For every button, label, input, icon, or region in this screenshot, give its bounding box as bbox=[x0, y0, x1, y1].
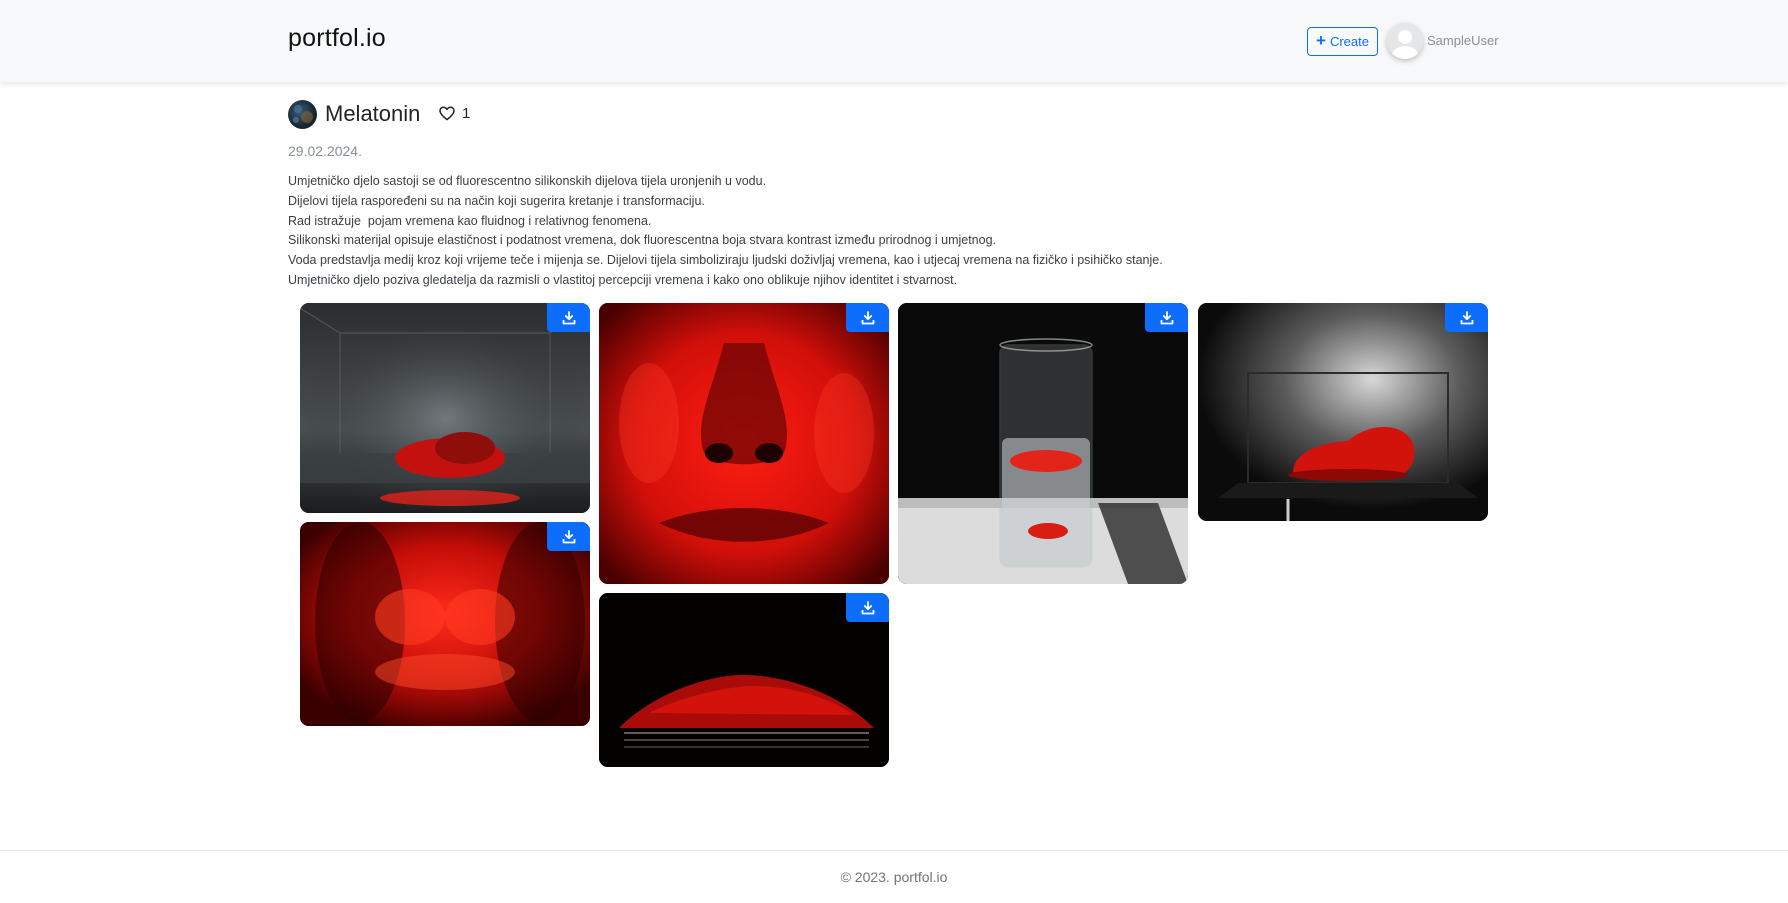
user-avatar[interactable] bbox=[1387, 23, 1423, 59]
like-count: 1 bbox=[462, 105, 471, 122]
download-button[interactable] bbox=[846, 303, 889, 332]
photo-head-in-glass-tank bbox=[300, 303, 590, 513]
download-icon bbox=[1160, 310, 1173, 324]
download-button[interactable] bbox=[547, 522, 590, 551]
create-button[interactable]: + Create bbox=[1307, 27, 1378, 56]
photo-glass-of-water bbox=[898, 303, 1188, 584]
description-line: Voda predstavlja medij kroz koji vrijeme… bbox=[288, 253, 1163, 268]
brand-logo[interactable]: portfol.io bbox=[288, 24, 386, 53]
photo-red-face-closeup bbox=[599, 303, 889, 584]
description-line: Dijelovi tijela raspoređeni su na način … bbox=[288, 193, 705, 208]
plus-icon: + bbox=[1316, 31, 1326, 50]
download-icon bbox=[562, 529, 575, 543]
artwork-title: Melatonin bbox=[325, 101, 421, 126]
artist-avatar-image bbox=[293, 105, 313, 123]
username[interactable]: SampleUser bbox=[1427, 33, 1499, 48]
gallery-card[interactable] bbox=[599, 593, 889, 767]
gallery-card[interactable] bbox=[599, 303, 889, 584]
download-icon bbox=[861, 310, 874, 324]
create-label: Create bbox=[1329, 34, 1369, 49]
gallery-card[interactable] bbox=[300, 522, 590, 726]
photo-red-torso bbox=[300, 522, 590, 726]
navbar: portfol.io + Create SampleUser bbox=[0, 0, 1788, 82]
download-button[interactable] bbox=[547, 303, 590, 332]
user-avatar-icon bbox=[1387, 23, 1423, 59]
download-icon bbox=[861, 600, 874, 614]
gallery-card[interactable] bbox=[1198, 303, 1488, 521]
footer: © 2023. portfol.io bbox=[0, 850, 1788, 903]
gallery-card[interactable] bbox=[300, 303, 590, 513]
download-button[interactable] bbox=[1145, 303, 1188, 332]
download-button[interactable] bbox=[1445, 303, 1488, 332]
description-line: Rad istražuje pojam vremena kao fluidnog… bbox=[288, 213, 652, 228]
description-line: Silikonski materijal opisuje elastičnost… bbox=[288, 233, 997, 248]
artwork-date: 29.02.2024. bbox=[288, 143, 362, 159]
photo-red-form-in-display-case bbox=[1198, 303, 1488, 521]
download-icon bbox=[562, 310, 575, 324]
footer-copyright: © 2023. portfol.io bbox=[840, 869, 948, 885]
artist-avatar[interactable] bbox=[288, 100, 317, 129]
heart-icon bbox=[439, 106, 455, 121]
download-button[interactable] bbox=[846, 593, 889, 622]
artwork-description: Umjetničko djelo sastoji se od fluoresce… bbox=[288, 172, 1268, 291]
description-line: Umjetničko djelo poziva gledatelja da ra… bbox=[288, 272, 958, 287]
gallery-card[interactable] bbox=[898, 303, 1188, 584]
download-icon bbox=[1460, 310, 1473, 324]
description-line: Umjetničko djelo sastoji se od fluoresce… bbox=[288, 174, 767, 188]
like-button[interactable]: 1 bbox=[439, 105, 470, 122]
